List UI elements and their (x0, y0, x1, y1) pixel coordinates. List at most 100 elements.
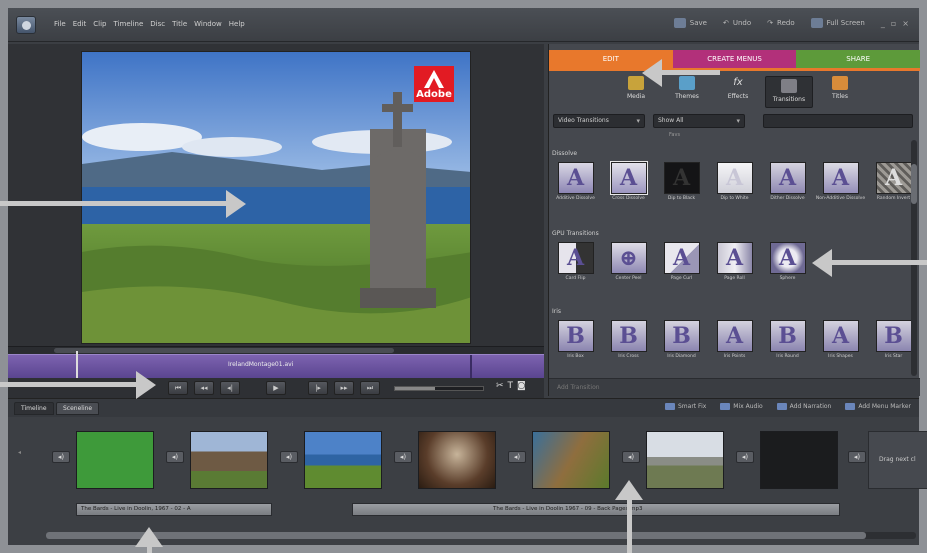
mix-audio-button[interactable]: Mix Audio (720, 403, 763, 410)
titles-button[interactable]: Titles (816, 76, 864, 100)
scrub-thumb[interactable] (54, 348, 394, 353)
transition-slot[interactable]: ◂) (508, 451, 526, 463)
transition-slot[interactable]: ◂) (394, 451, 412, 463)
transition-tile[interactable]: A Iris Points (708, 320, 761, 360)
step-back-button[interactable]: ◂| (220, 381, 240, 395)
go-to-start-button[interactable]: ⏮ (168, 381, 188, 395)
playhead[interactable] (76, 351, 78, 381)
transition-tile[interactable]: A Cross Dissolve (602, 161, 655, 202)
active-tab-underline (549, 68, 920, 71)
add-menu-marker-button[interactable]: Add Menu Marker (845, 403, 911, 410)
sceneline-scrollbar[interactable] (46, 532, 916, 539)
transition-label: Card Flip (565, 276, 586, 281)
transition-slot[interactable]: ◂) (622, 451, 640, 463)
scene-clip[interactable] (760, 431, 838, 489)
menu-title[interactable]: Title (172, 20, 187, 28)
transition-label: Additive Dissolve (556, 196, 595, 201)
transition-thumb: A (822, 162, 859, 194)
menu-edit[interactable]: Edit (73, 20, 87, 28)
volume-slider[interactable] (394, 386, 484, 391)
transition-tile[interactable]: B Iris Star (867, 320, 911, 360)
scene-clip[interactable] (76, 431, 154, 489)
menu-window[interactable]: Window (194, 20, 222, 28)
transition-thumb: B (610, 320, 647, 352)
themes-button[interactable]: Themes (663, 76, 711, 100)
transition-tile[interactable]: A Additive Dissolve (549, 162, 602, 202)
transition-tile[interactable]: B Iris Cross (602, 320, 655, 360)
tab-create-menus[interactable]: CREATE MENUS (672, 50, 797, 68)
smart-fix-button[interactable]: Smart Fix (665, 403, 706, 410)
transition-tile[interactable]: B Iris Round (761, 320, 814, 360)
annotation-arrow (627, 498, 632, 553)
tab-share[interactable]: SHARE (796, 50, 921, 68)
transition-tile[interactable]: A Iris Shapes (814, 320, 867, 360)
add-transition-button[interactable]: Add Transition (557, 384, 600, 391)
maximize-icon[interactable]: ▫ (891, 19, 896, 28)
menu-clip[interactable]: Clip (93, 20, 106, 28)
video-preview[interactable]: Adobe (81, 51, 471, 344)
sceneline-scroll-thumb[interactable] (46, 532, 866, 539)
rewind-button[interactable]: ◂◂ (194, 381, 214, 395)
drop-next-clip-area[interactable]: Drag next cl (868, 431, 927, 489)
add-narration-button[interactable]: Add Narration (776, 403, 831, 410)
transition-label: Iris Star (884, 354, 903, 359)
transition-tile[interactable]: A Random Invert (867, 162, 911, 202)
save-button[interactable]: Save (673, 18, 707, 28)
transition-label: Page Curl (670, 276, 693, 281)
scene-clip[interactable] (418, 431, 496, 489)
transition-tile[interactable]: A Sphere (761, 242, 814, 282)
transition-slot[interactable]: ◂) (166, 451, 184, 463)
go-to-end-button[interactable]: ⏭ (360, 381, 380, 395)
audio-clip[interactable]: The Bards - Live in Doolin, 1967 - 02 - … (76, 503, 272, 516)
gallery-scrollbar[interactable] (911, 140, 917, 376)
transition-slot[interactable]: ◂) (848, 451, 866, 463)
scissors-icon[interactable]: ✂ (496, 381, 504, 391)
search-input[interactable] (763, 114, 913, 128)
scrub-ruler[interactable] (8, 346, 544, 354)
scene-clip[interactable] (646, 431, 724, 489)
tab-sceneline[interactable]: Sceneline (56, 402, 100, 415)
transition-thumb: A (609, 161, 648, 195)
fullscreen-button[interactable]: Full Screen (810, 18, 865, 28)
camera-icon[interactable]: ◙ (517, 381, 526, 391)
scene-clip[interactable] (190, 431, 268, 489)
transition-tile[interactable]: A Page Roll (708, 242, 761, 282)
transition-tile[interactable]: A Card Flip (549, 242, 602, 282)
minimize-icon[interactable]: _ (881, 19, 885, 28)
transition-tile[interactable]: A Page Curl (655, 242, 708, 282)
redo-button[interactable]: ↷ Redo (767, 19, 794, 27)
fast-forward-button[interactable]: ▸▸ (334, 381, 354, 395)
menu-file[interactable]: File (54, 20, 66, 28)
transition-slot[interactable]: ◂) (280, 451, 298, 463)
step-forward-button[interactable]: |▸ (308, 381, 328, 395)
transition-tile[interactable]: A Dither Dissolve (761, 162, 814, 202)
gallery-scroll-thumb[interactable] (911, 164, 917, 204)
clip-edge[interactable] (470, 355, 472, 379)
transition-slot[interactable]: ◂) (736, 451, 754, 463)
transitions-button[interactable]: Transitions (765, 76, 813, 108)
undo-button[interactable]: ↶ Undo (723, 19, 751, 27)
tab-timeline[interactable]: Timeline (14, 402, 54, 415)
menu-help[interactable]: Help (229, 20, 245, 28)
show-filter-dropdown[interactable]: Show All (653, 114, 745, 128)
transition-slot[interactable]: ◂) (52, 451, 70, 463)
scene-clip[interactable] (532, 431, 610, 489)
transition-thumb: A (769, 242, 806, 274)
transition-type-dropdown[interactable]: Video Transitions (553, 114, 645, 128)
transition-tile[interactable]: A Dip to White (708, 162, 761, 202)
audio-clip[interactable]: The Bards - Live in Doolin 1967 - 09 - B… (352, 503, 840, 516)
transition-tile[interactable]: A Dip to Black (655, 162, 708, 202)
close-icon[interactable]: × (902, 19, 909, 28)
play-button[interactable]: ▶ (266, 381, 286, 395)
transition-tile[interactable]: B Iris Diamond (655, 320, 708, 360)
transition-tile[interactable]: ⊕ Center Peel (602, 242, 655, 282)
text-tool-icon[interactable]: T (508, 381, 514, 391)
transition-tile[interactable]: A Non-Additive Dissolve (814, 162, 867, 202)
transition-tile[interactable]: B Iris Box (549, 320, 602, 360)
scene-clip[interactable] (304, 431, 382, 489)
save-label: Save (689, 19, 707, 27)
effects-button[interactable]: fx Effects (714, 76, 762, 100)
mini-timeline[interactable]: IrelandMontage01.avi (8, 351, 544, 381)
menu-timeline[interactable]: Timeline (114, 20, 144, 28)
menu-disc[interactable]: Disc (150, 20, 165, 28)
